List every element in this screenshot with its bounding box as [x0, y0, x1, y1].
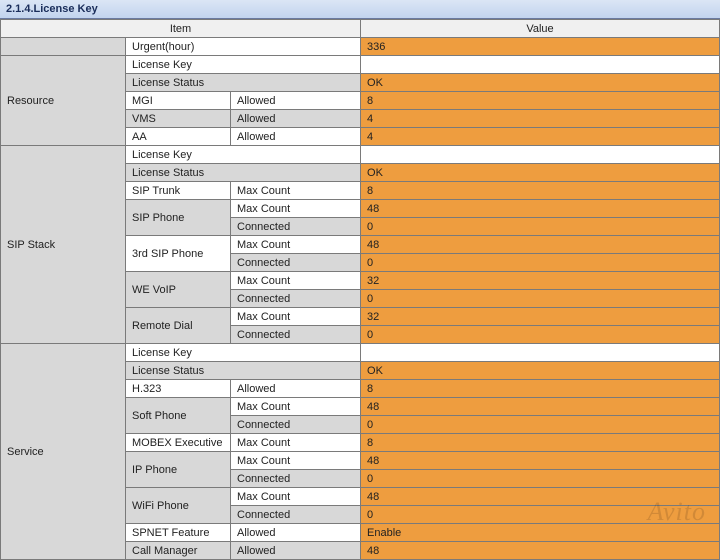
item-cell: License Status	[126, 164, 361, 182]
table-row: ResourceLicense Key	[1, 56, 720, 74]
item-cell: WE VoIP	[126, 272, 231, 308]
value-cell: 8	[361, 92, 720, 110]
value-cell	[361, 146, 720, 164]
subitem-cell: Allowed	[231, 110, 361, 128]
value-cell: 48	[361, 488, 720, 506]
license-table: Item Value Urgent(hour)336ResourceLicens…	[0, 19, 720, 560]
subitem-cell: Max Count	[231, 200, 361, 218]
value-cell: 0	[361, 290, 720, 308]
header-value: Value	[361, 20, 720, 38]
subitem-cell: Connected	[231, 470, 361, 488]
item-cell: MOBEX Executive	[126, 434, 231, 452]
value-cell: 8	[361, 380, 720, 398]
subitem-cell: Max Count	[231, 434, 361, 452]
value-cell: 0	[361, 470, 720, 488]
item-cell: License Status	[126, 74, 361, 92]
value-cell: 4	[361, 110, 720, 128]
header-item: Item	[1, 20, 361, 38]
section-cell: Service	[1, 344, 126, 560]
item-cell: WiFi Phone	[126, 488, 231, 524]
item-cell: VMS	[126, 110, 231, 128]
subitem-cell: Connected	[231, 254, 361, 272]
value-cell: 48	[361, 200, 720, 218]
value-cell: 0	[361, 326, 720, 344]
value-cell: 0	[361, 218, 720, 236]
subitem-cell: Max Count	[231, 398, 361, 416]
value-cell	[361, 344, 720, 362]
item-cell: IP Phone	[126, 452, 231, 488]
item-cell: SIP Phone	[126, 200, 231, 236]
value-cell: 4	[361, 128, 720, 146]
section-cell	[1, 38, 126, 56]
subitem-cell: Connected	[231, 416, 361, 434]
subitem-cell: Connected	[231, 290, 361, 308]
value-cell: 0	[361, 254, 720, 272]
subitem-cell: Max Count	[231, 308, 361, 326]
section-cell: Resource	[1, 56, 126, 146]
value-cell: 48	[361, 398, 720, 416]
subitem-cell: Max Count	[231, 182, 361, 200]
subitem-cell: Max Count	[231, 272, 361, 290]
item-cell: Call Manager	[126, 542, 231, 560]
item-cell: AA	[126, 128, 231, 146]
value-cell: 32	[361, 308, 720, 326]
value-cell: 48	[361, 236, 720, 254]
item-cell: Urgent(hour)	[126, 38, 361, 56]
subitem-cell: Allowed	[231, 128, 361, 146]
subitem-cell: Connected	[231, 326, 361, 344]
value-cell: 8	[361, 182, 720, 200]
item-cell: 3rd SIP Phone	[126, 236, 231, 272]
value-cell	[361, 56, 720, 74]
section-cell: SIP Stack	[1, 146, 126, 344]
subitem-cell: Allowed	[231, 92, 361, 110]
value-cell: 48	[361, 542, 720, 560]
item-cell: License Key	[126, 146, 361, 164]
item-cell: MGI	[126, 92, 231, 110]
item-cell: License Key	[126, 344, 361, 362]
value-cell: 8	[361, 434, 720, 452]
item-cell: Soft Phone	[126, 398, 231, 434]
value-cell: 0	[361, 416, 720, 434]
panel-title: 2.1.4.License Key	[0, 0, 720, 19]
value-cell: OK	[361, 164, 720, 182]
item-cell: SIP Trunk	[126, 182, 231, 200]
subitem-cell: Max Count	[231, 452, 361, 470]
subitem-cell: Max Count	[231, 488, 361, 506]
item-cell: License Status	[126, 362, 361, 380]
subitem-cell: Max Count	[231, 236, 361, 254]
item-cell: License Key	[126, 56, 361, 74]
subitem-cell: Allowed	[231, 542, 361, 560]
table-row: SIP StackLicense Key	[1, 146, 720, 164]
value-cell: 0	[361, 506, 720, 524]
item-cell: H.323	[126, 380, 231, 398]
value-cell: OK	[361, 362, 720, 380]
value-cell: OK	[361, 74, 720, 92]
subitem-cell: Allowed	[231, 380, 361, 398]
table-row: Urgent(hour)336	[1, 38, 720, 56]
item-cell: Remote Dial	[126, 308, 231, 344]
subitem-cell: Connected	[231, 506, 361, 524]
value-cell: 336	[361, 38, 720, 56]
value-cell: 48	[361, 452, 720, 470]
value-cell: 32	[361, 272, 720, 290]
table-row: ServiceLicense Key	[1, 344, 720, 362]
subitem-cell: Connected	[231, 218, 361, 236]
